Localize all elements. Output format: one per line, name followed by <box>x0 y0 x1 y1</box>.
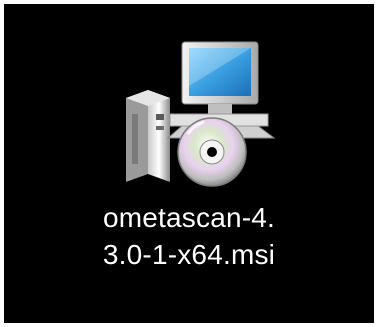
file-name-line-1: ometascan-4. <box>102 202 276 233</box>
desktop-background: ometascan-4. 3.0-1-x64.msi <box>4 4 374 323</box>
cd-disc-icon <box>177 117 247 187</box>
msi-installer-icon <box>126 41 276 187</box>
file-name-label: ometascan-4. 3.0-1-x64.msi <box>44 199 334 273</box>
file-name-line-2: 3.0-1-x64.msi <box>102 239 276 270</box>
msi-file-icon[interactable]: ometascan-4. 3.0-1-x64.msi <box>4 4 374 323</box>
computer-box-icon <box>126 90 170 182</box>
